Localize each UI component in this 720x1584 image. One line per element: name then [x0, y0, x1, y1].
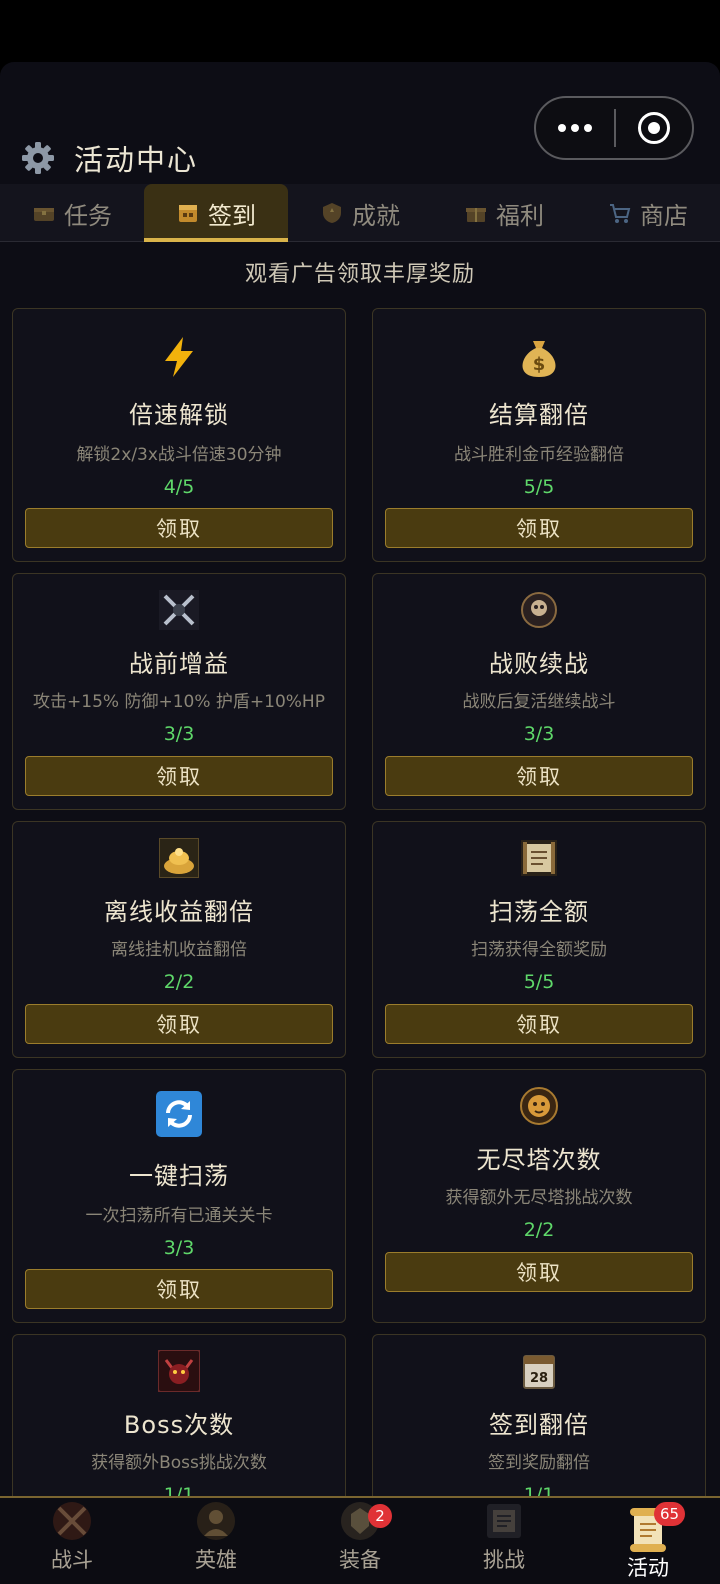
card-title: 扫荡全额 [489, 898, 589, 926]
calendar-28-icon: 28 [517, 1349, 561, 1393]
refresh-icon [155, 1090, 203, 1138]
reward-card: 战前增益 攻击+15% 防御+10% 护盾+10%HP 3/3 领取 [12, 573, 346, 810]
more-dots-icon[interactable] [536, 98, 614, 158]
card-title: 离线收益翻倍 [104, 898, 254, 926]
claim-button[interactable]: 领取 [385, 756, 693, 796]
card-count: 5/5 [523, 971, 555, 993]
tab-tasks[interactable]: 任务 [0, 184, 144, 242]
nav-activity[interactable]: 活动 65 [576, 1498, 720, 1584]
svg-text:$: $ [533, 354, 546, 375]
card-desc: 战败后复活继续战斗 [462, 692, 616, 712]
card-count: 3/3 [163, 723, 195, 745]
nav-label: 英雄 [195, 1548, 237, 1572]
nav-label: 装备 [339, 1548, 381, 1572]
card-count: 3/3 [163, 1237, 195, 1259]
nav-label: 战斗 [51, 1548, 93, 1572]
tab-checkin[interactable]: 签到 [144, 184, 288, 242]
section-subtitle: 观看广告领取丰厚奖励 [244, 262, 475, 287]
card-desc: 获得额外无尽塔挑战次数 [445, 1188, 633, 1208]
card-title: 签到翻倍 [489, 1411, 589, 1439]
equipment-badge: 2 [368, 1504, 392, 1528]
reward-card: 扫荡全额 扫荡获得全额奖励 5/5 领取 [372, 821, 706, 1058]
bottom-nav: 战斗 英雄 装备 2 挑战 活动 65 [0, 1496, 720, 1584]
nav-label: 挑战 [483, 1548, 525, 1572]
mini-program-capsule [534, 96, 694, 160]
scroll-icon [517, 836, 561, 880]
card-desc: 签到奖励翻倍 [488, 1453, 590, 1473]
claim-button[interactable]: 领取 [385, 1252, 693, 1292]
close-button[interactable] [616, 112, 692, 144]
claim-button[interactable]: 领取 [25, 1269, 333, 1309]
tab-label: 任务 [64, 201, 112, 230]
claim-button[interactable]: 领取 [25, 756, 333, 796]
claim-button[interactable]: 领取 [25, 1004, 333, 1044]
card-title: 结算翻倍 [489, 401, 589, 429]
card-title: 无尽塔次数 [476, 1146, 602, 1174]
nav-battle[interactable]: 战斗 [0, 1498, 144, 1584]
card-title: 战败续战 [489, 650, 589, 678]
lion-emblem-icon [517, 1084, 561, 1128]
lightning-icon [157, 335, 201, 379]
nav-label: 活动 [627, 1556, 669, 1580]
card-count: 5/5 [523, 476, 555, 498]
tab-bar: 任务 签到 成就 福利 商店 [0, 184, 720, 242]
skull-emblem-icon [517, 588, 561, 632]
challenge-icon [487, 1504, 521, 1538]
shield-icon [323, 203, 341, 223]
card-desc: 获得额外Boss挑战次数 [91, 1453, 267, 1473]
claim-button[interactable]: 领取 [25, 508, 333, 548]
card-title: 战前增益 [129, 650, 229, 678]
gift-icon [466, 208, 486, 222]
demon-icon [157, 1349, 201, 1393]
app-root: 活动中心 任务 签到 成就 福利 商店 观看广告领取丰厚奖励 倍速解锁 解锁2x… [0, 0, 720, 1584]
card-title: 一键扫荡 [129, 1162, 229, 1190]
activity-badge: 65 [654, 1502, 686, 1526]
card-count: 2/2 [163, 971, 195, 993]
reward-card: 战败续战 战败后复活继续战斗 3/3 领取 [372, 573, 706, 810]
nav-hero[interactable]: 英雄 [144, 1498, 288, 1584]
tab-label: 商店 [640, 201, 688, 230]
claim-button[interactable]: 领取 [385, 508, 693, 548]
target-icon [638, 112, 670, 144]
card-desc: 离线挂机收益翻倍 [111, 940, 247, 960]
card-count: 3/3 [523, 723, 555, 745]
tab-label: 签到 [208, 201, 256, 230]
reward-card: 无尽塔次数 获得额外无尽塔挑战次数 2/2 领取 [372, 1069, 706, 1323]
tab-label: 成就 [352, 201, 400, 230]
page-title: 活动中心 [74, 143, 199, 177]
card-desc: 一次扫荡所有已通关关卡 [85, 1206, 273, 1226]
svg-text:28: 28 [530, 1371, 548, 1386]
reward-card: $ 结算翻倍 战斗胜利金币经验翻倍 5/5 领取 [372, 308, 706, 562]
money-bag-icon: $ [517, 335, 561, 379]
card-title: 倍速解锁 [129, 401, 229, 429]
battle-icon [53, 1502, 91, 1540]
card-desc: 解锁2x/3x战斗倍速30分钟 [76, 445, 282, 465]
claim-button[interactable]: 领取 [385, 1004, 693, 1044]
nav-challenge[interactable]: 挑战 [432, 1498, 576, 1584]
card-count: 2/2 [523, 1219, 555, 1241]
card-desc: 攻击+15% 防御+10% 护盾+10%HP [33, 692, 325, 712]
tab-label: 福利 [496, 201, 544, 230]
reward-card: 一键扫荡 一次扫荡所有已通关关卡 3/3 领取 [12, 1069, 346, 1323]
card-count: 4/5 [163, 476, 195, 498]
tab-achievements[interactable]: 成就 [288, 184, 432, 242]
card-title: Boss次数 [123, 1411, 235, 1439]
tab-welfare[interactable]: 福利 [432, 184, 576, 242]
cart-icon [610, 204, 631, 223]
nav-equipment[interactable]: 装备 2 [288, 1498, 432, 1584]
crossed-swords-icon [157, 588, 201, 632]
reward-card: 倍速解锁 解锁2x/3x战斗倍速30分钟 4/5 领取 [12, 308, 346, 562]
card-desc: 战斗胜利金币经验翻倍 [454, 445, 624, 465]
card-desc: 扫荡获得全额奖励 [471, 940, 607, 960]
gold-pile-icon [157, 836, 201, 880]
calendar-icon [179, 205, 197, 222]
gear-icon[interactable] [20, 140, 56, 176]
reward-card: 离线收益翻倍 离线挂机收益翻倍 2/2 领取 [12, 821, 346, 1058]
chest-icon [34, 208, 54, 221]
page-header: 活动中心 [20, 138, 198, 178]
tab-shop[interactable]: 商店 [576, 184, 720, 242]
hero-icon [197, 1502, 235, 1540]
